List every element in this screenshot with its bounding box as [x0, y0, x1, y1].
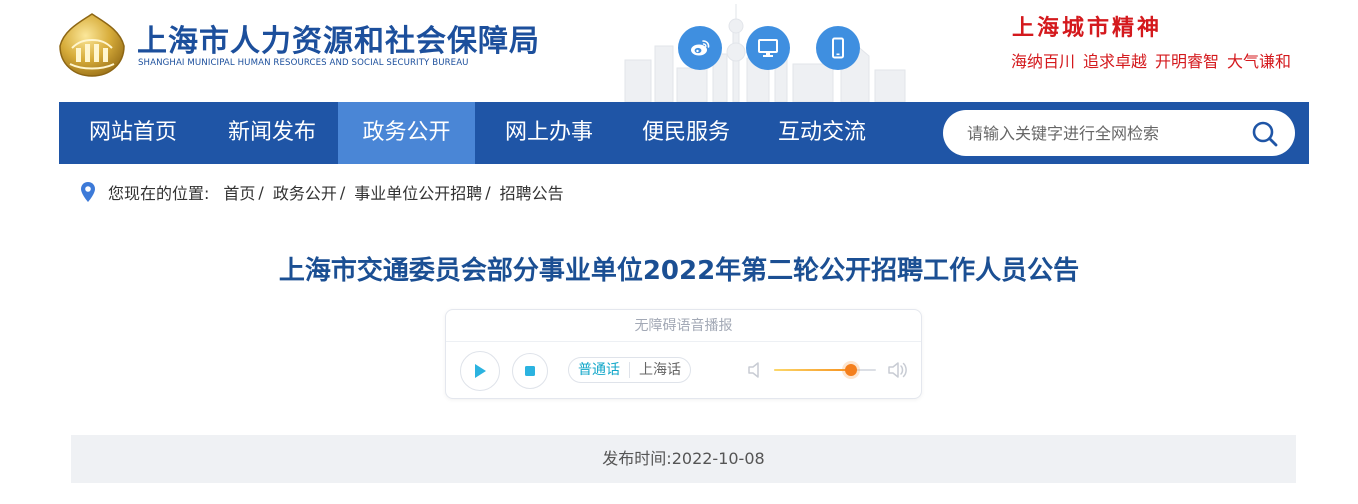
article-title: 上海市交通委员会部分事业单位2022年第二轮公开招聘工作人员公告: [278, 256, 1080, 286]
mobile-button[interactable]: [816, 26, 860, 70]
org-name-cn[interactable]: 上海市人力资源和社会保障局: [137, 16, 540, 60]
city-spirit-title: 上海城市精神: [1012, 15, 1163, 41]
breadcrumb-recruitment[interactable]: 事业单位公开招聘: [354, 180, 482, 204]
nav-item-public-services[interactable]: 便民服务: [619, 102, 753, 164]
spirit-word: 大气谦和: [1227, 52, 1292, 71]
weibo-icon: [691, 40, 710, 56]
breadcrumb-prefix: 您现在的位置:: [108, 184, 210, 203]
nav-item-online-services[interactable]: 网上办事: [483, 102, 615, 164]
search-icon[interactable]: [1251, 120, 1279, 148]
play-button[interactable]: [460, 351, 500, 391]
play-icon: [475, 364, 486, 378]
language-switch: 普通话 上海话: [568, 357, 691, 383]
language-mandarin-option[interactable]: 普通话: [569, 358, 629, 382]
bureau-emblem-icon[interactable]: [58, 12, 126, 78]
breadcrumb-separator: /: [485, 182, 491, 202]
spirit-word: 海纳百川: [1011, 52, 1076, 71]
nav-item-news[interactable]: 新闻发布: [207, 102, 337, 164]
volume-slider-handle[interactable]: [844, 364, 857, 376]
language-shanghainese-option[interactable]: 上海话: [630, 358, 690, 382]
spirit-word: 追求卓越: [1083, 52, 1148, 71]
breadcrumb-announcements[interactable]: 招聘公告: [500, 180, 564, 204]
nav-item-home[interactable]: 网站首页: [67, 102, 199, 164]
search-box: [943, 110, 1295, 156]
search-input[interactable]: [967, 110, 1247, 156]
org-name-en: SHANGHAI MUNICIPAL HUMAN RESOURCES AND S…: [138, 58, 469, 68]
mobile-icon: [832, 37, 844, 59]
city-spirit-words: 海纳百川 追求卓越 开明睿智 大气谦和: [1011, 48, 1291, 72]
breadcrumb-separator: /: [258, 182, 264, 202]
breadcrumb-government-affairs[interactable]: 政务公开: [273, 180, 337, 204]
publish-date: 2022-10-08: [671, 449, 765, 468]
publish-label: 发布时间:: [602, 449, 672, 468]
breadcrumb-separator: /: [339, 182, 346, 202]
site-header: 上海市人力资源和社会保障局 SHANGHAI MUNICIPAL HUMAN R…: [0, 0, 1358, 102]
breadcrumb: 您现在的位置: 首页 / 政务公开 / 事业单位公开招聘 / 招聘公告: [80, 180, 564, 204]
nav-item-government-affairs[interactable]: 政务公开: [338, 102, 475, 164]
volume-high-icon[interactable]: [887, 360, 909, 380]
audio-player: 无障碍语音播报 普通话 上海话: [445, 309, 922, 399]
volume-slider-fill: [774, 369, 851, 371]
desktop-icon: [758, 39, 778, 57]
stop-icon: [525, 366, 535, 376]
weibo-button[interactable]: [678, 26, 722, 70]
player-caption: 无障碍语音播报: [446, 310, 921, 342]
breadcrumb-home[interactable]: 首页: [223, 180, 255, 204]
location-pin-icon: [81, 182, 95, 202]
volume-low-icon[interactable]: [746, 360, 764, 380]
publish-info-bar: 发布时间:2022-10-08: [71, 435, 1296, 483]
nav-item-interaction[interactable]: 互动交流: [755, 102, 889, 164]
main-nav: 网站首页 新闻发布 政务公开 网上办事 便民服务 互动交流: [59, 102, 1309, 164]
volume-slider[interactable]: [774, 364, 876, 376]
desktop-button[interactable]: [746, 26, 790, 70]
stop-button[interactable]: [512, 353, 548, 389]
spirit-word: 开明睿智: [1155, 52, 1220, 71]
